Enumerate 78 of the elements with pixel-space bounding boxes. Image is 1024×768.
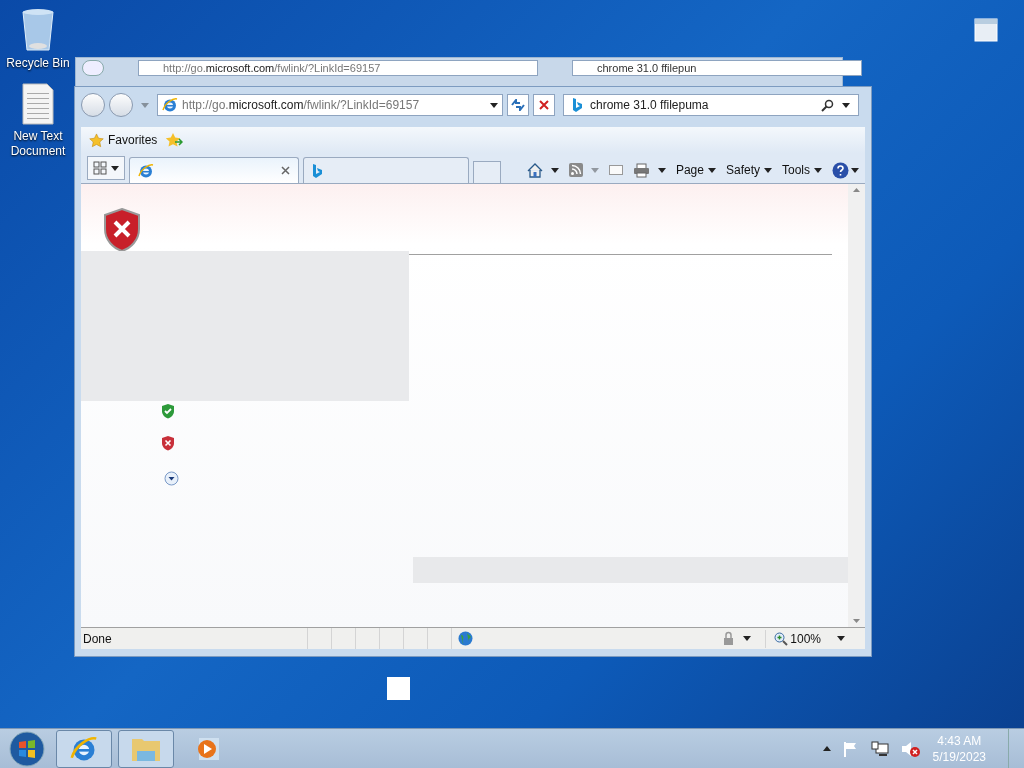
home-icon[interactable]: [526, 162, 543, 178]
desktop-icon[interactable]: Recycle Bin: [0, 8, 76, 71]
muted-speaker-icon[interactable]: [900, 739, 921, 758]
new-tab-button[interactable]: [473, 161, 501, 183]
address-bar[interactable]: http://go.microsoft.com/fwlink/?LinkId=69157: [138, 60, 538, 76]
caret-icon: [707, 167, 716, 173]
quick-tabs-button[interactable]: [87, 156, 125, 180]
error-shield-icon: [161, 435, 175, 451]
refresh-arrows-icon: [511, 99, 525, 111]
caret-icon: [550, 167, 559, 173]
feed-icon[interactable]: [568, 163, 583, 177]
close-icon: [539, 100, 549, 110]
browser-tab[interactable]: [303, 157, 469, 183]
caret-icon: [764, 167, 772, 173]
caret-icon: [814, 167, 822, 173]
window-icon[interactable]: [974, 18, 998, 42]
back-button[interactable]: [82, 60, 104, 76]
toolbar-menu[interactable]: Page: [675, 161, 716, 179]
browser-tab[interactable]: [129, 157, 299, 183]
taskbar-button[interactable]: [56, 729, 112, 768]
zoom-level[interactable]: 100%: [790, 629, 821, 648]
e-logo-icon: [70, 734, 98, 763]
status-text: Done: [82, 630, 113, 648]
caret-icon: [743, 636, 752, 641]
network-icon[interactable]: [870, 740, 889, 757]
help-icon[interactable]: [832, 161, 849, 179]
caret-icon: [851, 167, 859, 173]
check-shield-icon: [161, 403, 175, 419]
caret-icon: [111, 165, 119, 171]
forward-button[interactable]: [109, 93, 133, 117]
document-icon: [22, 83, 54, 125]
windows-logo-icon: [9, 730, 45, 767]
b-logo-icon: [312, 163, 322, 178]
mail-icon[interactable]: [608, 165, 623, 175]
b-logo-icon: [572, 98, 582, 112]
desktop-icon[interactable]: New Text Document: [0, 83, 76, 159]
caret-icon: [837, 636, 845, 641]
blank-square-icon: [387, 677, 410, 700]
search-field[interactable]: chrome 31.0 ffilepun: [572, 60, 862, 76]
zoom-icon: [774, 631, 789, 646]
desktop-icon-label: New Text Document: [9, 129, 67, 159]
address-text: http://go.microsoft.com/fwlink/?LinkId=69157: [163, 60, 381, 76]
toolbar-menu[interactable]: Tools: [782, 161, 822, 179]
printer-icon[interactable]: [632, 162, 650, 178]
time-text: 4:43 AM: [937, 732, 982, 749]
grid-icon: [93, 161, 107, 175]
caret-icon: [490, 102, 498, 108]
address-text: http://go.microsoft.com/fwlink/?LinkId=69157: [182, 97, 420, 114]
search-field[interactable]: chrome 31.0 ffilepuma: [563, 94, 859, 116]
down-arrow-icon[interactable]: [853, 619, 860, 623]
address-bar[interactable]: http://go.microsoft.com/fwlink/?LinkId=69157: [157, 94, 503, 116]
e-logo-icon: [138, 162, 154, 179]
add-favorite-icon[interactable]: [165, 132, 184, 148]
back-button[interactable]: [81, 93, 105, 117]
play-icon: [196, 736, 220, 761]
stop-button[interactable]: [533, 94, 555, 116]
error-shield-icon: [103, 208, 141, 252]
taskbar-button[interactable]: [118, 729, 174, 768]
vertical-scrollbar[interactable]: [848, 184, 865, 627]
refresh-button[interactable]: [507, 94, 529, 116]
favorites-button[interactable]: Favorites: [89, 131, 158, 149]
search-icon: [821, 98, 834, 112]
desktop-icon-label: Recycle Bin: [6, 56, 70, 71]
caret-icon: [822, 746, 831, 751]
close-icon[interactable]: [281, 166, 290, 175]
e-logo-icon: [162, 97, 178, 113]
up-arrow-icon[interactable]: [853, 188, 860, 192]
globe-icon: [458, 631, 473, 646]
trash-bin-icon: [20, 8, 56, 52]
date-text: 5/19/2023: [932, 748, 986, 765]
caret-icon: [141, 102, 149, 108]
expand-circle-icon[interactable]: [164, 471, 179, 486]
flag-icon[interactable]: [842, 740, 859, 757]
caret-icon: [842, 102, 850, 108]
toolbar-menu[interactable]: Safety: [725, 161, 772, 179]
star-icon: [89, 132, 104, 148]
caret-icon: [657, 167, 666, 173]
caret-icon: [590, 167, 599, 173]
